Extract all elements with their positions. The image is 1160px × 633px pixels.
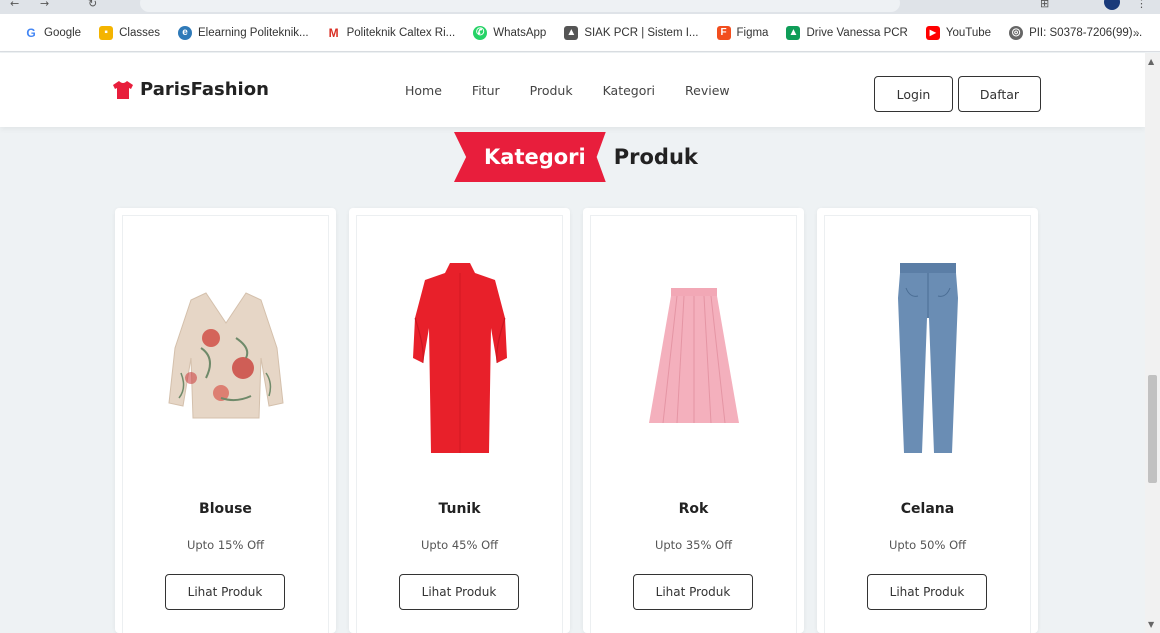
whatsapp-icon: ✆: [473, 25, 488, 40]
forward-icon[interactable]: →: [40, 0, 49, 10]
page-scrollbar[interactable]: ▲ ▼: [1145, 53, 1160, 633]
bookmark-label: Google: [44, 26, 82, 39]
bookmark-siak[interactable]: ▲ SIAK PCR | Sistem I...: [564, 25, 699, 40]
category-card-blouse: Blouse Upto 15% Off Lihat Produk: [115, 208, 336, 633]
blouse-image: [115, 248, 336, 468]
bookmark-label: Elearning Politeknik...: [198, 26, 309, 39]
reload-icon[interactable]: ↻: [88, 0, 97, 10]
google-icon: G: [24, 25, 38, 40]
drive-icon: ▲: [786, 25, 801, 40]
register-button[interactable]: Daftar: [958, 76, 1041, 112]
bookmark-drive[interactable]: ▲ Drive Vanessa PCR: [786, 25, 908, 40]
bookmark-google[interactable]: G Google: [24, 25, 82, 40]
brand-logo[interactable]: ParisFashion: [112, 79, 269, 100]
profile-avatar[interactable]: [1104, 0, 1120, 10]
globe-icon: ◎: [1009, 25, 1024, 40]
category-card-rok: Rok Upto 35% Off Lihat Produk: [583, 208, 804, 633]
address-bar[interactable]: [140, 0, 900, 12]
category-name: Tunik: [438, 501, 481, 517]
celana-image: [817, 248, 1038, 468]
elearning-icon: e: [178, 25, 192, 40]
category-discount: Upto 35% Off: [654, 538, 733, 552]
tunik-image: [349, 248, 570, 468]
scroll-up-icon[interactable]: ▲: [1148, 57, 1154, 66]
category-discount: Upto 15% Off: [186, 538, 265, 552]
nav-review[interactable]: Review: [685, 83, 730, 98]
tshirt-icon: [113, 80, 133, 99]
nav-home[interactable]: Home: [405, 83, 442, 98]
bookmark-elearning[interactable]: e Elearning Politeknik...: [178, 25, 309, 40]
site-navbar: ParisFashion Home Fitur Produk Kategori …: [0, 53, 1145, 127]
main-menu: Home Fitur Produk Kategori Review: [405, 83, 760, 98]
gmail-icon: M: [326, 25, 341, 40]
category-card-celana: Celana Upto 50% Off Lihat Produk: [817, 208, 1038, 633]
login-button[interactable]: Login: [874, 76, 953, 112]
bookmark-label: Figma: [736, 26, 769, 39]
nav-produk[interactable]: Produk: [530, 83, 573, 98]
bookmark-label: PII: S0378-7206(99)...: [1029, 26, 1143, 39]
view-product-button[interactable]: Lihat Produk: [165, 574, 285, 610]
view-product-button[interactable]: Lihat Produk: [633, 574, 753, 610]
brand-name: ParisFashion: [140, 79, 269, 100]
category-name: Celana: [900, 501, 955, 517]
browser-toolbar: ← → ↻ ⊞ ⋮: [0, 0, 1160, 14]
section-title: Kategori Produk: [454, 132, 698, 182]
scroll-thumb[interactable]: [1148, 375, 1157, 483]
browser-menu-icon[interactable]: ⋮: [1136, 0, 1147, 10]
category-name: Blouse: [199, 501, 252, 517]
title-rest: Produk: [613, 145, 698, 169]
title-ribbon: Kategori: [454, 132, 606, 182]
bookmark-youtube[interactable]: ▶ YouTube: [925, 25, 992, 40]
bookmark-classes[interactable]: ▪ Classes: [99, 25, 160, 40]
bookmark-whatsapp[interactable]: ✆ WhatsApp: [473, 25, 547, 40]
siak-icon: ▲: [564, 25, 579, 40]
category-name: Rok: [678, 501, 709, 517]
bookmarks-overflow-icon[interactable]: »: [1133, 26, 1140, 40]
bookmark-label: Politeknik Caltex Ri...: [346, 26, 456, 39]
category-discount: Upto 50% Off: [888, 538, 967, 552]
youtube-icon: ▶: [925, 25, 940, 40]
extensions-icon[interactable]: ⊞: [1040, 0, 1049, 10]
bookmark-label: Classes: [119, 26, 160, 39]
bookmark-figma[interactable]: F Figma: [716, 25, 769, 40]
view-product-button[interactable]: Lihat Produk: [399, 574, 519, 610]
rok-image: [583, 248, 804, 468]
back-icon[interactable]: ←: [10, 0, 19, 10]
category-card-tunik: Tunik Upto 45% Off Lihat Produk: [349, 208, 570, 633]
nav-kategori[interactable]: Kategori: [603, 83, 655, 98]
nav-fitur[interactable]: Fitur: [472, 83, 500, 98]
bookmark-politeknik-caltex[interactable]: M Politeknik Caltex Ri...: [326, 25, 456, 40]
view-product-button[interactable]: Lihat Produk: [867, 574, 987, 610]
category-discount: Upto 45% Off: [420, 538, 499, 552]
figma-icon: F: [716, 25, 731, 40]
classes-icon: ▪: [99, 25, 114, 40]
bookmark-label: Drive Vanessa PCR: [806, 26, 908, 39]
bookmarks-bar: G Google ▪ Classes e Elearning Politeknik..…: [0, 14, 1160, 52]
bookmark-label: WhatsApp: [493, 26, 547, 39]
bookmark-label: YouTube: [945, 26, 992, 39]
bookmark-label: SIAK PCR | Sistem I...: [584, 26, 699, 39]
title-highlight: Kategori: [484, 145, 586, 169]
bookmark-pii[interactable]: ◎ PII: S0378-7206(99)...: [1009, 25, 1143, 40]
scroll-down-icon[interactable]: ▼: [1148, 620, 1154, 629]
